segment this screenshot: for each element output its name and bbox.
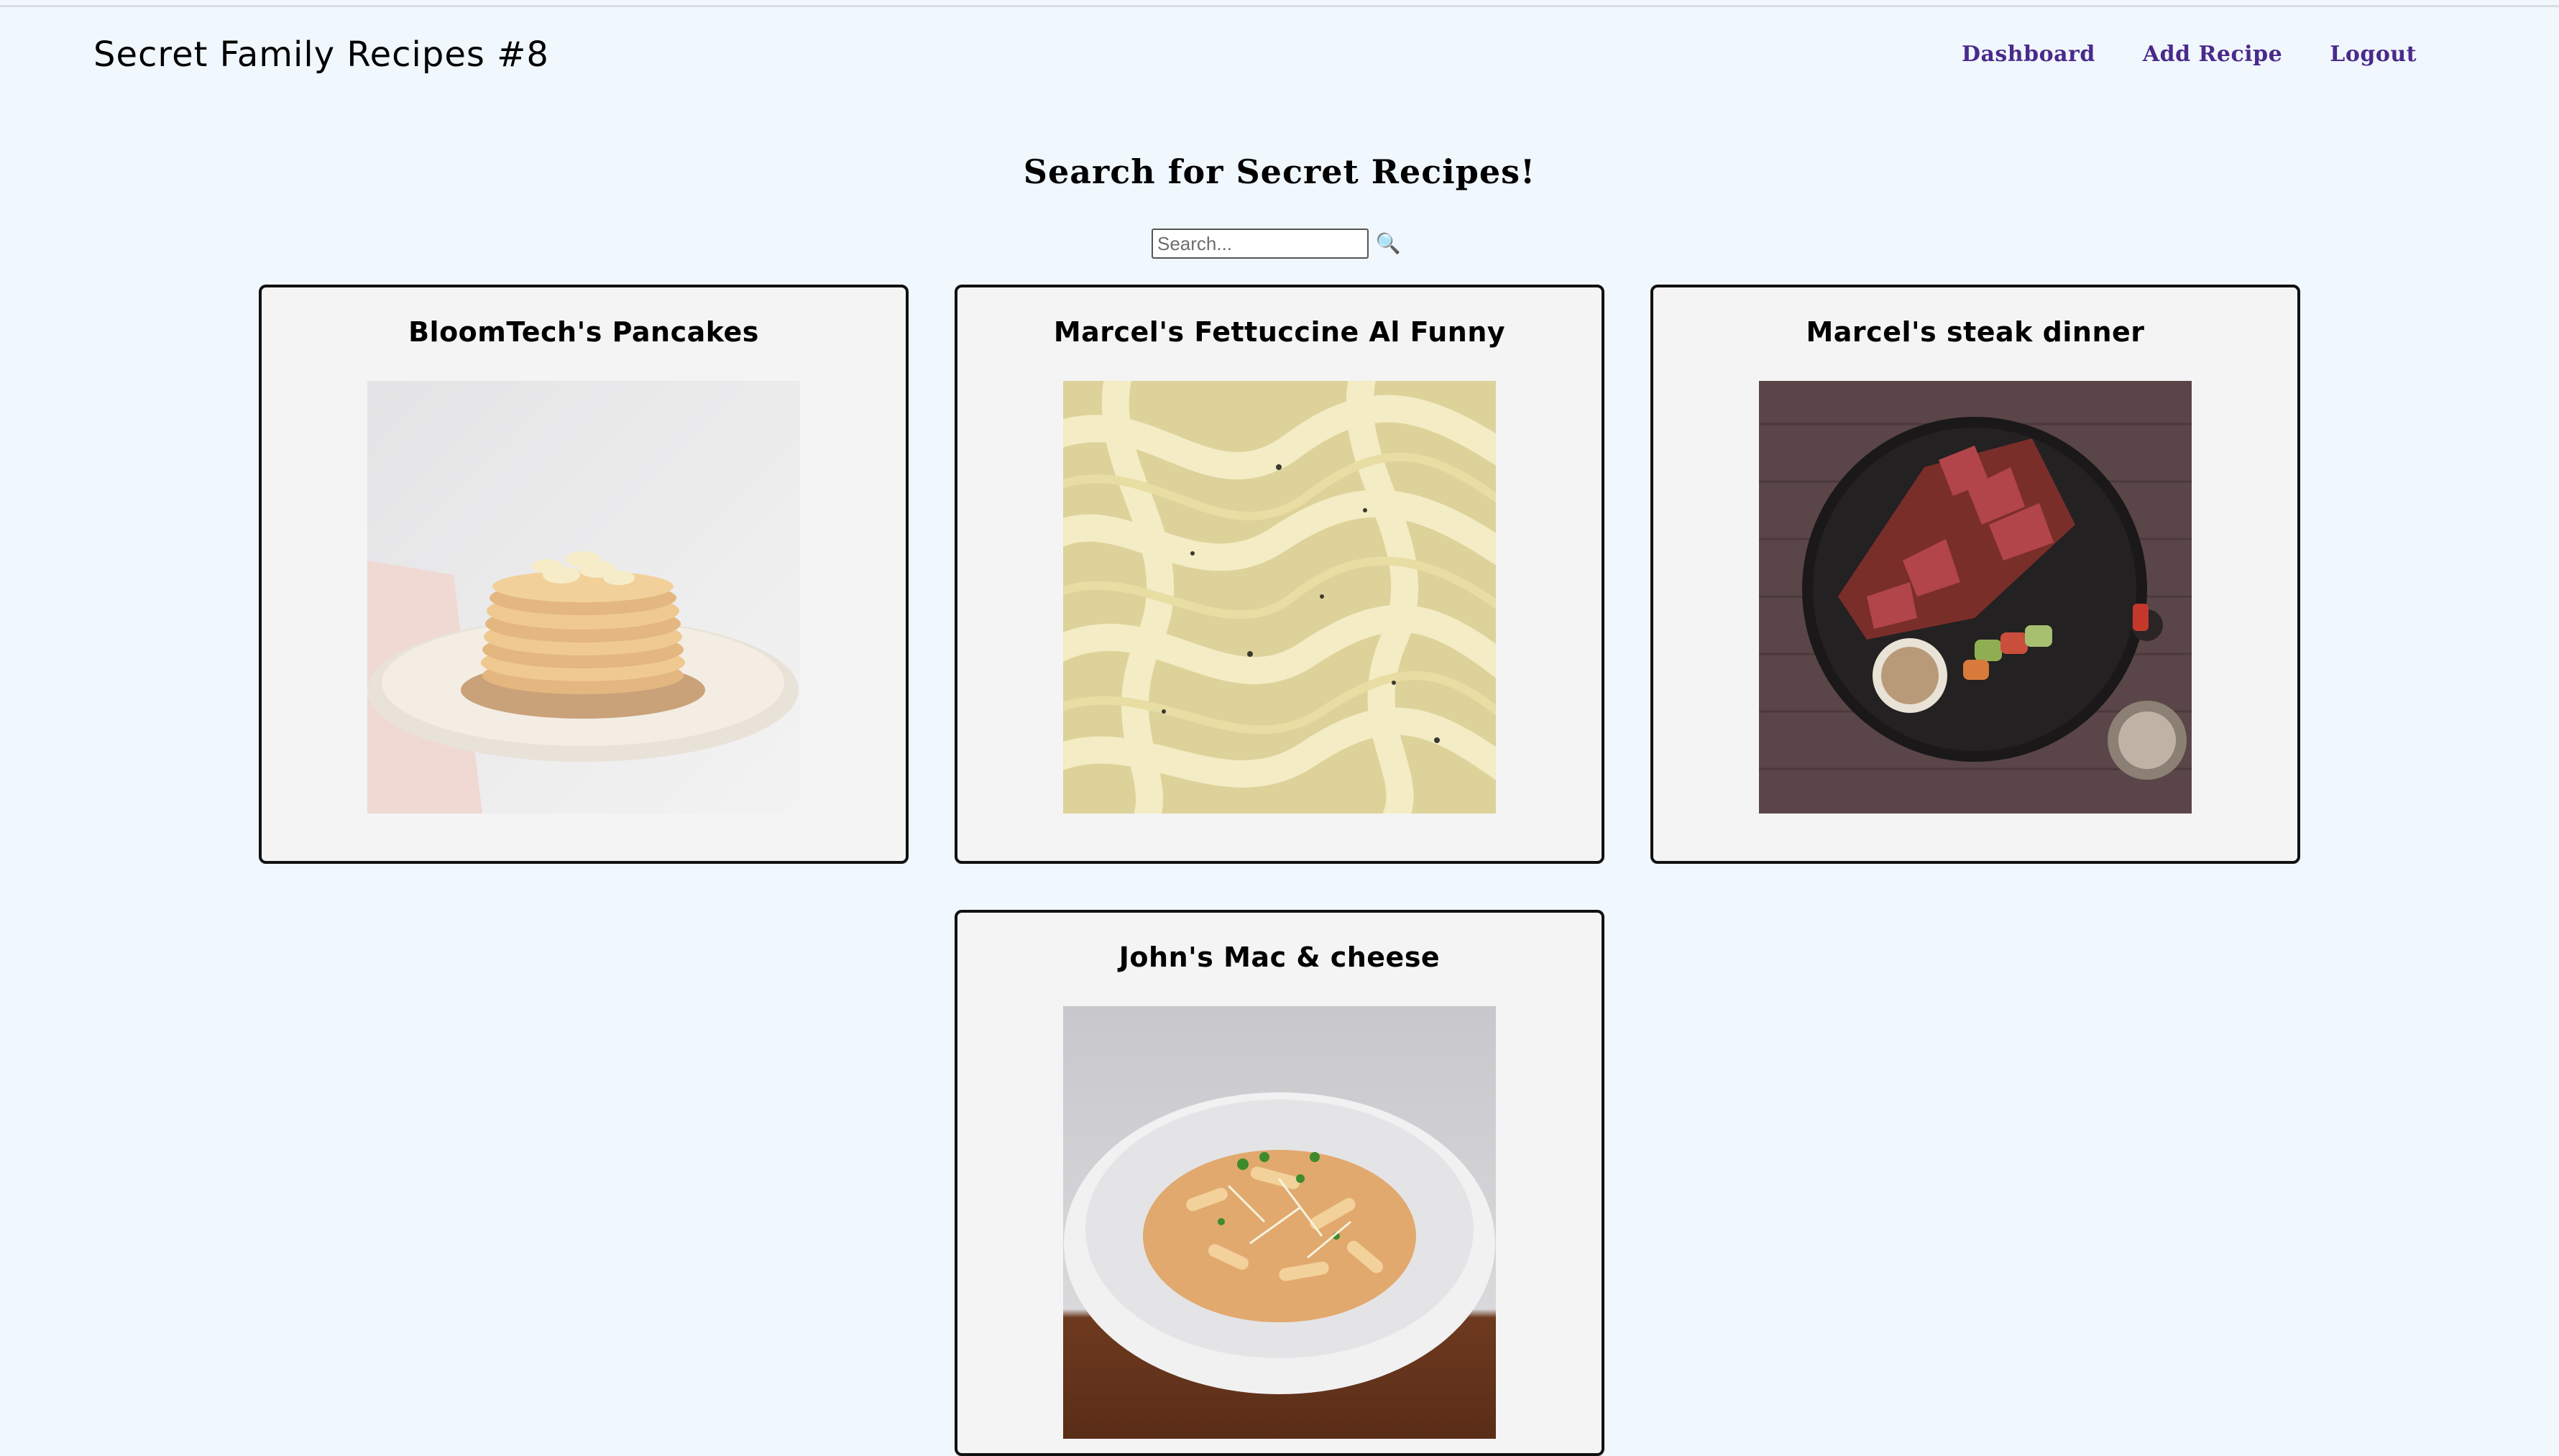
site-title[interactable]: Secret Family Recipes #8 [93,34,549,75]
search-icon[interactable]: 🔎 [1376,232,1401,254]
recipe-card[interactable]: Marcel's Fettuccine Al Funny [955,285,1604,864]
nav-add-recipe-link[interactable]: Add Recipe [2143,42,2282,67]
search-heading: Search for Secret Recipes! [1023,152,1536,191]
nav-logout-link[interactable]: Logout [2330,42,2417,67]
recipe-card[interactable]: Marcel's steak dinner [1650,285,2300,864]
mac-and-cheese-photo [1063,1006,1496,1439]
search-bar: 🔎 [1152,229,1401,259]
main-nav: Dashboard Add Recipe Logout [1962,42,2417,67]
search-input[interactable] [1152,229,1369,259]
recipe-card[interactable]: John's Mac & cheese [955,910,1604,1456]
recipe-title: John's Mac & cheese [1118,941,1441,973]
fettuccine-photo [1063,381,1496,814]
steak-photo [1759,381,2192,814]
pancakes-photo [367,381,800,814]
recipe-title: Marcel's Fettuccine Al Funny [1053,316,1506,348]
nav-dashboard-link[interactable]: Dashboard [1962,42,2095,67]
recipe-title: Marcel's steak dinner [1806,316,2145,348]
recipe-card[interactable]: BloomTech's Pancakes [259,285,909,864]
recipe-title: BloomTech's Pancakes [408,316,759,348]
top-divider [0,0,2559,7]
